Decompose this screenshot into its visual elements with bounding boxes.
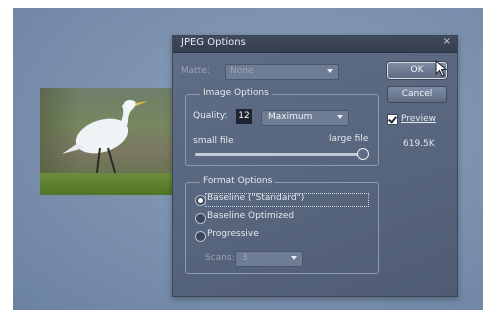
preview-label[interactable]: Preview — [401, 114, 436, 124]
photo-grass — [40, 173, 186, 195]
mouse-pointer-icon — [435, 60, 448, 77]
cancel-button[interactable]: Cancel — [387, 86, 447, 103]
scans-select[interactable]: 3 — [235, 251, 303, 267]
egret-photo — [40, 88, 186, 195]
dialog-title: JPEG Options — [181, 37, 246, 48]
option-progressive-label[interactable]: Progressive — [207, 229, 259, 239]
small-file-label: small file — [193, 136, 234, 146]
scans-value: 3 — [242, 253, 248, 263]
quality-preset-value: Maximum — [268, 112, 313, 122]
chevron-down-icon — [291, 256, 297, 260]
matte-select[interactable]: None — [225, 64, 339, 80]
quality-input[interactable]: 12 — [236, 109, 252, 124]
jpeg-options-dialog: JPEG Options × Matte: None Image Options… — [172, 35, 458, 297]
format-options-title: Format Options — [200, 176, 276, 186]
matte-value: None — [230, 66, 254, 76]
title-bar[interactable]: JPEG Options × — [173, 36, 457, 53]
chevron-down-icon — [337, 115, 343, 119]
quality-label: Quality: — [193, 111, 228, 121]
scans-label: Scans: — [205, 253, 235, 263]
close-icon[interactable]: × — [443, 36, 451, 47]
chevron-down-icon — [327, 69, 333, 73]
radio-baseline-optimized[interactable] — [195, 213, 206, 224]
quality-slider-thumb[interactable] — [357, 148, 369, 160]
radio-progressive[interactable] — [195, 231, 206, 242]
quality-preset-select[interactable]: Maximum — [261, 110, 349, 126]
image-options-title: Image Options — [200, 88, 272, 98]
option-baseline-standard-label[interactable]: Baseline ("Standard") — [207, 193, 304, 203]
large-file-label: large file — [329, 134, 369, 144]
file-size-readout: 619.5K — [403, 139, 435, 149]
quality-slider-track[interactable] — [195, 153, 363, 156]
matte-label: Matte: — [181, 66, 210, 76]
option-baseline-optimized-label[interactable]: Baseline Optimized — [207, 211, 294, 221]
preview-checkbox[interactable] — [387, 114, 398, 125]
radio-baseline-standard[interactable] — [195, 195, 206, 206]
